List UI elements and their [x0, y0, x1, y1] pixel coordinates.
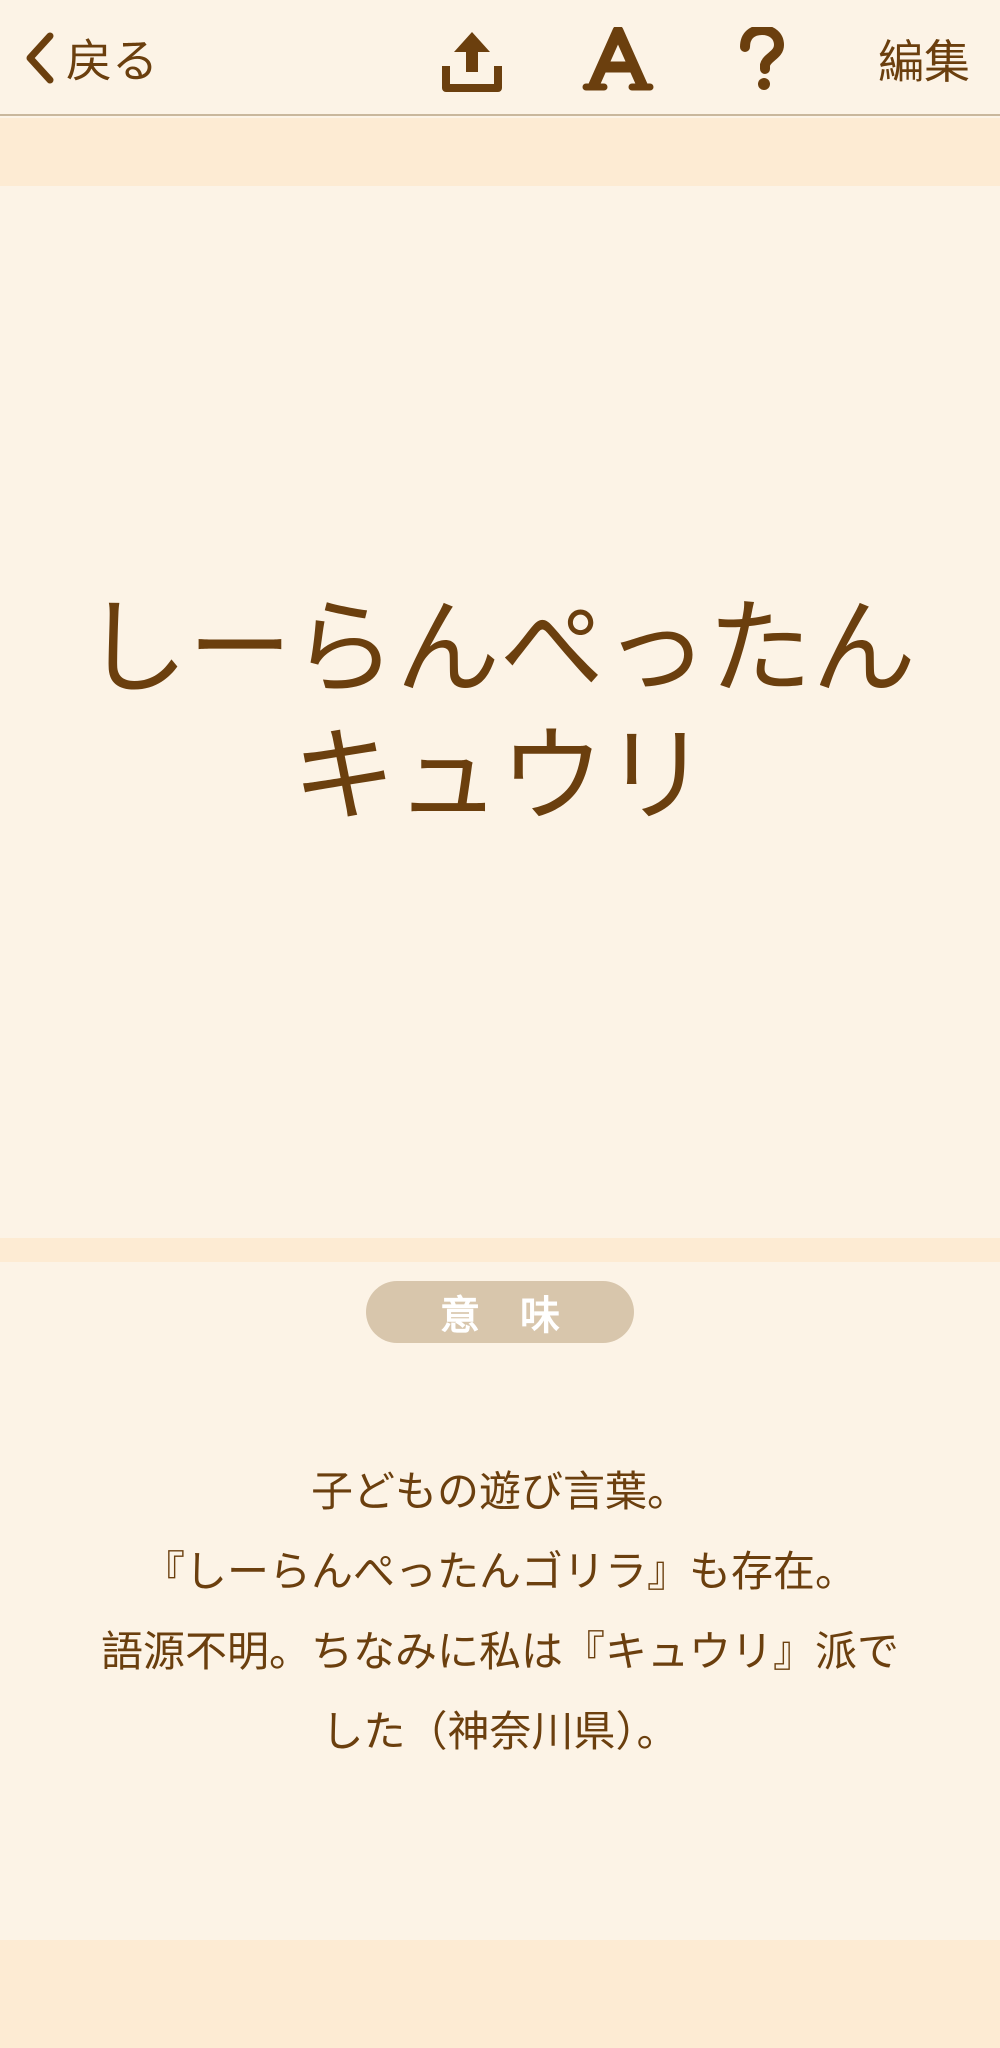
share-icon [442, 32, 502, 92]
meaning-line: した（神奈川県）。 [321, 1707, 679, 1756]
meaning-line: 語源不明。ちなみに私は『キュウリ』派で [100, 1627, 899, 1676]
back-label: 戻る [66, 34, 158, 88]
share-button[interactable] [432, 22, 512, 98]
word-card: しーらんぺったん キュウリ [0, 186, 1000, 1238]
meaning-line: 『しーらんぺったんゴリラ』も存在。 [142, 1547, 857, 1596]
divider-band [0, 1238, 1000, 1262]
word-title: しーらんぺったん [83, 587, 916, 709]
meaning-section: 意味 子どもの遊び言葉。 『しーらんぺったんゴリラ』も存在。 語源不明。ちなみに… [0, 1262, 1000, 1940]
meaning-heading-badge: 意味 [366, 1281, 634, 1343]
top-band [0, 118, 1000, 186]
edit-button[interactable]: 編集 [878, 26, 970, 92]
help-button[interactable] [722, 22, 802, 98]
bottom-band [0, 1940, 1000, 2048]
chevron-left-icon [26, 32, 54, 84]
back-button[interactable]: 戻る [20, 22, 158, 94]
meaning-line: 子どもの遊び言葉。 [310, 1467, 689, 1516]
meaning-heading: 意味 [440, 1293, 600, 1339]
help-icon [740, 27, 785, 90]
meaning-text: 子どもの遊び言葉。 『しーらんぺったんゴリラ』も存在。 語源不明。ちなみに私は『… [40, 1452, 960, 1772]
font-size-icon [582, 27, 654, 91]
font-size-button[interactable] [578, 22, 658, 98]
navigation-bar: 戻る 編集 [0, 0, 1000, 116]
word-reading: キュウリ [291, 715, 708, 837]
